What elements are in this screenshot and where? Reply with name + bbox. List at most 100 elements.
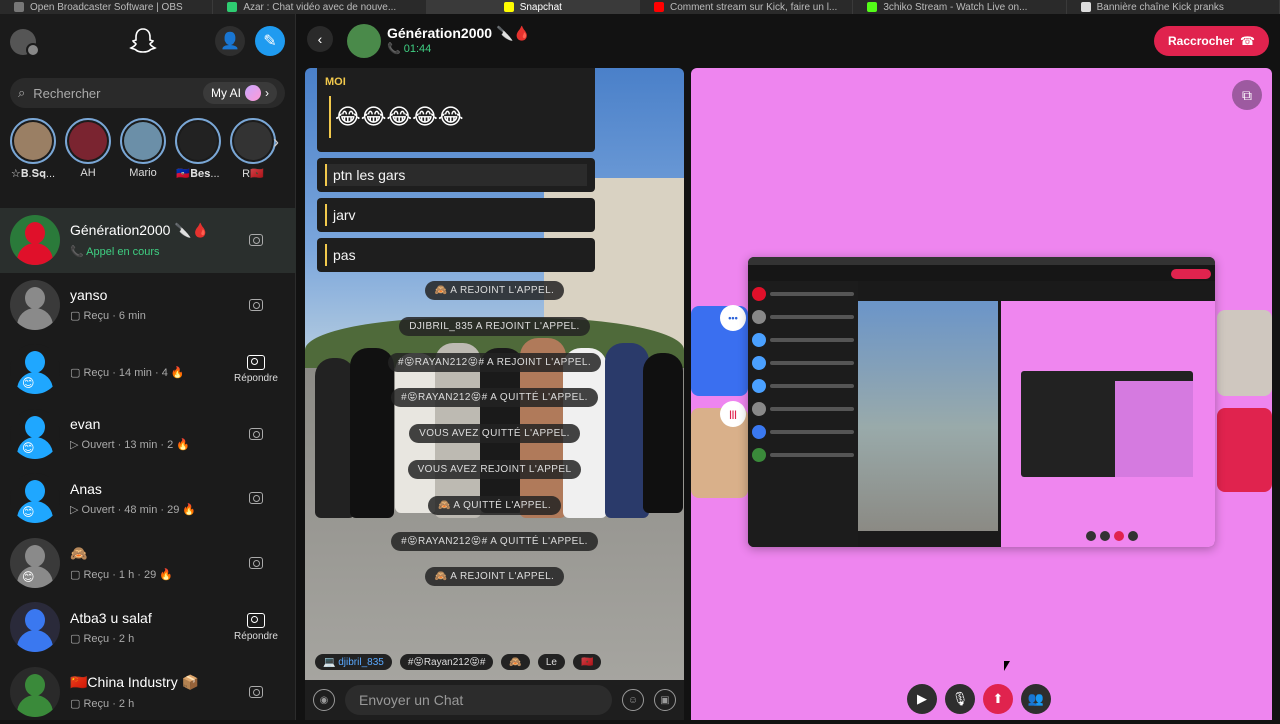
- message-emojis: 😂😂😂😂😂: [329, 96, 587, 138]
- chat-message: ptn les gars: [317, 158, 595, 192]
- friend-emoji-badge: 😊: [22, 376, 35, 390]
- chat-list-item[interactable]: 😊🙈▢ Reçu · 1 h · 29 🔥: [0, 531, 296, 596]
- chat-status: ▢ Reçu · 2 h: [70, 632, 226, 645]
- camera-icon[interactable]: [249, 686, 263, 698]
- browser-tab[interactable]: Comment stream sur Kick, faire un l...: [640, 0, 853, 14]
- status-icon: ▢: [70, 310, 83, 322]
- chat-list: Génération2000 🔪🩸📞 Appel en coursyanso▢ …: [0, 208, 296, 724]
- hangup-button[interactable]: Raccrocher ☎: [1154, 26, 1269, 56]
- system-message-text: 🙈 A QUITTÉ L'APPEL.: [428, 496, 561, 515]
- group-avatar[interactable]: [347, 24, 381, 58]
- tab-favicon-icon: [654, 2, 664, 12]
- call-duration: 📞 01:44: [387, 42, 431, 55]
- participant-chip: #😝Rayan212😝#: [400, 654, 494, 670]
- system-message-text: VOUS AVEZ QUITTÉ L'APPEL.: [409, 424, 580, 443]
- chat-list-item[interactable]: Génération2000 🔪🩸📞 Appel en cours: [0, 208, 296, 273]
- chevron-right-icon[interactable]: ›: [273, 132, 279, 153]
- story-item[interactable]: R🇲🇦: [230, 118, 276, 186]
- browser-tab[interactable]: Bannière chaîne Kick pranks: [1067, 0, 1280, 14]
- emoji-icon[interactable]: ☺: [622, 689, 644, 711]
- call-controls: ▶ 🎙 ⬆ 👥: [907, 684, 1051, 714]
- friend-emoji-badge: 😊: [22, 505, 35, 519]
- group-title: Génération2000 🔪🩸: [387, 25, 531, 42]
- chat-list-item[interactable]: 😊evan▷ Ouvert · 13 min · 2 🔥: [0, 402, 296, 467]
- system-message-text: #😝RAYAN212😝# A QUITTÉ L'APPEL.: [391, 388, 598, 407]
- switch-view-icon[interactable]: ⧉: [1232, 80, 1262, 110]
- add-friend-button[interactable]: 👤: [215, 26, 245, 56]
- status-icon: ▢: [70, 367, 83, 379]
- search-bar[interactable]: ⌕ Rechercher My AI ›: [10, 78, 285, 108]
- sidebar: 👤 ✎ ⌕ Rechercher My AI › ☆𝐁.𝐒𝐪... AH Mario…: [0, 14, 296, 720]
- chat-input[interactable]: Envoyer un Chat: [345, 685, 612, 715]
- my-ai-button[interactable]: My AI ›: [203, 82, 277, 104]
- tab-label: Comment stream sur Kick, faire un l...: [670, 2, 837, 13]
- browser-tab[interactable]: 3chiko Stream - Watch Live on...: [853, 0, 1066, 14]
- camera-icon[interactable]: [249, 299, 263, 311]
- system-message: VOUS AVEZ REJOINT L'APPEL: [305, 459, 684, 479]
- sticker-icon[interactable]: ▣: [654, 689, 676, 711]
- chat-status: ▷ Ouvert · 48 min · 29 🔥: [70, 503, 226, 516]
- chat-avatar: 😊: [10, 409, 60, 459]
- chat-message: jarv: [317, 198, 595, 232]
- status-icon: ▢: [70, 569, 83, 581]
- new-chat-icon: ✎: [263, 31, 276, 51]
- story-name: AH: [80, 167, 95, 179]
- status-icon: ▢: [70, 698, 83, 710]
- camera-icon[interactable]: [249, 428, 263, 440]
- browser-tab[interactable]: Snapchat: [427, 0, 640, 14]
- microphone-toggle-button[interactable]: 🎙: [945, 684, 975, 714]
- reply-label[interactable]: Répondre: [234, 373, 278, 384]
- reply-label[interactable]: Répondre: [234, 631, 278, 642]
- camera-icon[interactable]: [247, 613, 265, 628]
- system-message: #😝RAYAN212😝# A REJOINT L'APPEL.: [305, 352, 684, 372]
- hangup-label: Raccrocher: [1168, 34, 1234, 48]
- camera-icon[interactable]: [249, 557, 263, 569]
- camera-icon[interactable]: [249, 492, 263, 504]
- system-message-text: 🙈 A REJOINT L'APPEL.: [425, 281, 564, 300]
- chat-list-item[interactable]: yanso▢ Reçu · 6 min: [0, 273, 296, 338]
- chat-list-item[interactable]: 😊 Anas ▷ Ouvert · 48 min · 29 🔥: [0, 466, 296, 531]
- new-chat-button[interactable]: ✎: [255, 26, 285, 56]
- my-ai-label: My AI: [211, 86, 241, 100]
- camera-icon[interactable]: ◉: [313, 689, 335, 711]
- share-screen-button[interactable]: ⬆: [983, 684, 1013, 714]
- chat-list-item[interactable]: 🇨🇳China Industry 📦▢ Reçu · 2 h: [0, 660, 296, 724]
- participant-chip: 🙈: [501, 654, 529, 670]
- browser-tab[interactable]: Open Broadcaster Software | OBS: [0, 0, 213, 14]
- snapchat-ghost-icon[interactable]: [128, 26, 158, 56]
- add-participant-button[interactable]: 👥: [1021, 684, 1051, 714]
- chat-list-item[interactable]: Atba3 u salaf ▢ Reçu · 2 h Répondre: [0, 595, 296, 660]
- chat-name: Génération2000 🔪🩸: [70, 222, 226, 239]
- camera-icon[interactable]: [249, 234, 263, 246]
- message-bubble: MOI 😂😂😂😂😂: [317, 68, 595, 152]
- system-message-text: DJIBRIL_835 A REJOINT L'APPEL.: [399, 317, 589, 336]
- tab-favicon-icon: [867, 2, 877, 12]
- story-item[interactable]: 🇭🇹𝐁𝐞𝐬...: [175, 118, 221, 186]
- microphone-icon: 🎙: [952, 691, 969, 707]
- message-text: ptn les gars: [325, 164, 587, 186]
- chat-name: Anas: [70, 481, 226, 497]
- stories-row: ☆𝐁.𝐒𝐪... AH Mario🇭🇹𝐁𝐞𝐬...R🇲🇦›: [0, 108, 295, 186]
- story-ring: [175, 118, 221, 164]
- my-profile-avatar[interactable]: [10, 29, 36, 55]
- back-button[interactable]: ‹: [307, 26, 333, 52]
- chat-avatar: 😊: [10, 473, 60, 523]
- browser-tab[interactable]: Azar : Chat vidéo avec de nouve...: [213, 0, 426, 14]
- mouse-cursor: [1004, 661, 1010, 671]
- story-item[interactable]: AH: [65, 118, 111, 186]
- participant-chip: Le: [538, 654, 565, 670]
- chat-name: Atba3 u salaf: [70, 610, 226, 626]
- chat-message: pas: [317, 238, 595, 272]
- camera-toggle-button[interactable]: ▶: [907, 684, 937, 714]
- message-thread: MOI 😂😂😂😂😂 ptn les gars jarv pas: [317, 68, 595, 272]
- story-item[interactable]: Mario: [120, 118, 166, 186]
- chat-list-item[interactable]: 😊▢ Reçu · 14 min · 4 🔥Répondre: [0, 337, 296, 402]
- search-input[interactable]: Rechercher: [33, 86, 195, 101]
- system-message: #😝RAYAN212😝# A QUITTÉ L'APPEL.: [305, 387, 684, 407]
- camera-icon[interactable]: [247, 355, 265, 370]
- story-item[interactable]: ☆𝐁.𝐒𝐪...: [10, 118, 56, 186]
- tab-label: Bannière chaîne Kick pranks: [1097, 2, 1224, 13]
- system-message: 🙈 A REJOINT L'APPEL.: [305, 566, 684, 586]
- system-message: VOUS AVEZ QUITTÉ L'APPEL.: [305, 423, 684, 443]
- tab-favicon-icon: [227, 2, 237, 12]
